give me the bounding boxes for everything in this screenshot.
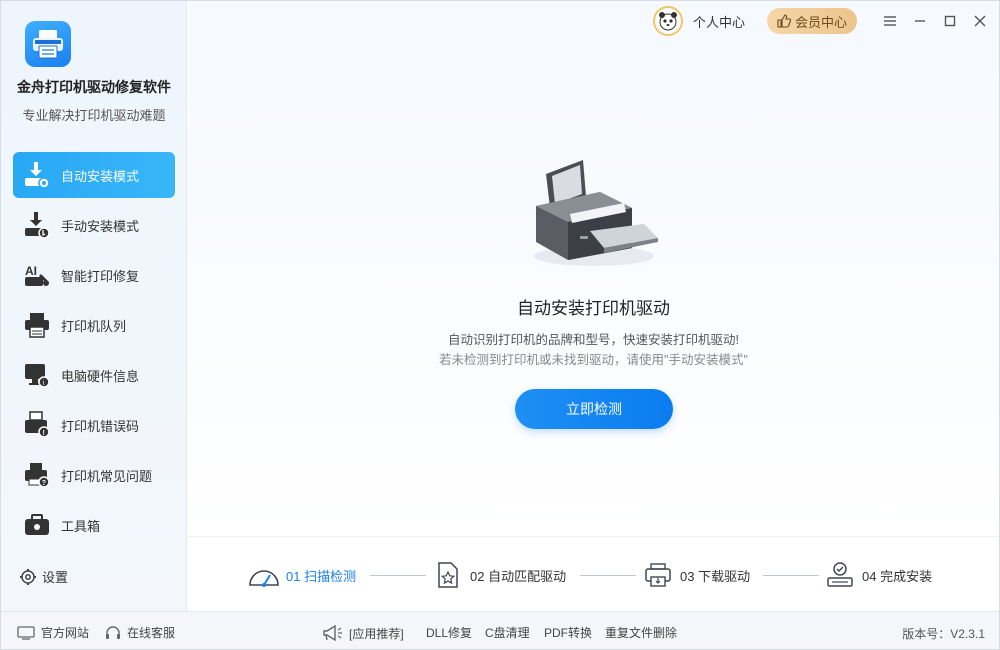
online-service-link[interactable]: 在线客服 — [105, 624, 175, 641]
smart-repair-icon: AI — [22, 260, 52, 290]
vip-center-button[interactable]: 会员中心 — [766, 8, 857, 34]
main-description: 自动识别打印机的品牌和型号，快速安装打印机驱动! — [448, 333, 739, 347]
download-icon — [642, 559, 674, 591]
sidebar-item-label: 打印机错误码 — [61, 418, 140, 434]
step-label: 03 下载驱动 — [680, 568, 751, 584]
c-drive-clean-link[interactable]: C盘清理 — [485, 624, 530, 641]
sidebar-item-printer-queue[interactable]: 打印机队列 — [13, 302, 175, 348]
step-scan: 01 扫描检测 — [248, 559, 356, 591]
vip-label: 会员中心 — [794, 14, 847, 30]
main-hint: 若未检测到打印机或未找到驱动，请使用"手动安装模式" — [439, 353, 748, 367]
sidebar-item-error-code[interactable]: ! 打印机错误码 — [13, 402, 175, 448]
pdf-convert-link[interactable]: PDF转换 — [544, 624, 592, 641]
complete-icon — [824, 559, 856, 591]
version-label: 版本号：V2.3.1 — [902, 627, 985, 641]
sidebar-item-label: 手动安装模式 — [61, 218, 140, 234]
svg-text:?: ? — [42, 480, 46, 487]
user-center-link[interactable]: 个人中心 — [693, 12, 745, 31]
sidebar-nav: 自动安装模式 手动安装模式 AI 智能打印修复 打印机队列 i 电脑硬件信息 !… — [13, 152, 175, 552]
printer-illustration — [534, 160, 658, 266]
step-connector — [763, 575, 819, 576]
svg-text:AI: AI — [25, 264, 37, 278]
main-title: 自动安装打印机驱动 — [517, 299, 670, 318]
official-site-label: 官方网站 — [41, 626, 90, 640]
auto-install-icon — [22, 160, 52, 190]
sidebar: 金舟打印机驱动修复软件 专业解决打印机驱动难题 自动安装模式 手动安装模式 AI… — [1, 1, 187, 611]
step-label: 04 完成安装 — [862, 568, 933, 584]
status-bar: 官方网站 在线客服 [应用推荐] DLL修复 C盘清理 PDF转换 重复文件删除… — [1, 611, 999, 649]
manual-install-icon — [22, 210, 52, 240]
step-complete: 04 完成安装 — [824, 559, 932, 591]
sidebar-item-toolbox[interactable]: 工具箱 — [13, 502, 175, 548]
official-site-link[interactable]: 官方网站 — [17, 624, 89, 641]
app-recommend-label: [应用推荐] — [349, 626, 404, 641]
menu-icon — [884, 16, 896, 26]
step-download: 03 下载驱动 — [642, 559, 750, 591]
app-title: 金舟打印机驱动修复软件 — [17, 79, 171, 95]
faq-icon: ? — [22, 460, 52, 490]
sidebar-item-hardware-info[interactable]: i 电脑硬件信息 — [13, 352, 175, 398]
app-window: 金舟打印机驱动修复软件 专业解决打印机驱动难题 自动安装模式 手动安装模式 AI… — [0, 0, 1000, 650]
minimize-icon — [915, 20, 925, 22]
match-icon — [432, 559, 464, 591]
monitor-icon — [17, 625, 35, 640]
sidebar-item-faq[interactable]: ? 打印机常见问题 — [13, 452, 175, 498]
detect-now-button[interactable]: 立即检测 — [515, 389, 673, 429]
sidebar-item-label: 打印机常见问题 — [61, 468, 153, 484]
step-connector — [370, 575, 426, 576]
progress-steps: 01 扫描检测 02 自动匹配驱动 03 下载驱动 04 完成安装 — [188, 536, 999, 611]
minimize-button[interactable] — [905, 6, 935, 36]
step-label: 01 扫描检测 — [286, 568, 357, 584]
title-bar: 个人中心 会员中心 — [652, 1, 999, 41]
close-button[interactable] — [965, 6, 995, 36]
maximize-icon — [944, 15, 956, 27]
duplicate-file-delete-link[interactable]: 重复文件删除 — [605, 624, 677, 641]
gear-icon — [20, 568, 36, 585]
settings-label: 设置 — [42, 570, 69, 585]
sidebar-item-manual-install[interactable]: 手动安装模式 — [13, 202, 175, 248]
main-panel: 个人中心 会员中心 自动安装打印机驱动 自动识别打印机的品牌和型号，快速安装打印… — [188, 1, 999, 536]
svg-text:!: ! — [43, 430, 45, 437]
sidebar-item-auto-install[interactable]: 自动安装模式 — [13, 152, 175, 198]
printer-queue-icon — [22, 310, 52, 340]
step-match: 02 自动匹配驱动 — [432, 559, 566, 591]
sidebar-item-smart-repair[interactable]: AI 智能打印修复 — [13, 252, 175, 298]
dll-repair-link[interactable]: DLL修复 — [426, 624, 472, 641]
toolbox-icon — [22, 510, 52, 540]
sidebar-item-label: 自动安装模式 — [61, 168, 140, 184]
sidebar-item-label: 工具箱 — [61, 518, 101, 534]
avatar[interactable] — [652, 6, 683, 36]
sidebar-item-label: 智能打印修复 — [61, 268, 140, 284]
thumbs-up-icon — [777, 14, 791, 28]
step-connector — [580, 575, 636, 576]
error-code-icon: ! — [22, 410, 52, 440]
app-recommend: [应用推荐] — [321, 624, 404, 642]
step-label: 02 自动匹配驱动 — [470, 568, 567, 584]
hardware-info-icon: i — [22, 360, 52, 390]
megaphone-icon — [323, 624, 342, 642]
sidebar-item-label: 打印机队列 — [61, 318, 127, 334]
sidebar-item-label: 电脑硬件信息 — [61, 368, 140, 384]
app-subtitle: 专业解决打印机驱动难题 — [22, 108, 166, 123]
close-icon — [974, 15, 986, 27]
online-service-label: 在线客服 — [127, 626, 176, 640]
headset-icon — [106, 625, 120, 639]
app-logo — [25, 21, 71, 67]
scan-icon — [248, 559, 280, 591]
settings-button[interactable]: 设置 — [19, 567, 68, 586]
maximize-button[interactable] — [935, 6, 965, 36]
menu-button[interactable] — [875, 6, 905, 36]
